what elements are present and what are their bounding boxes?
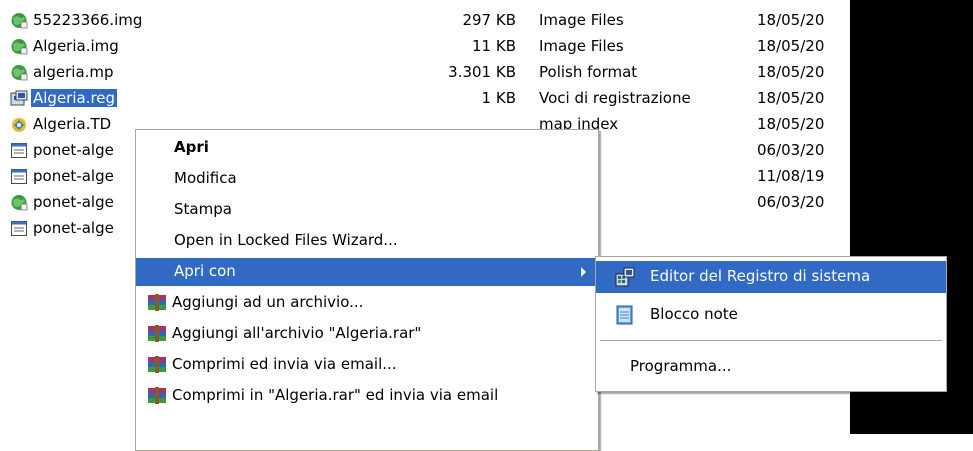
file-name: ponet-alge: [33, 219, 114, 237]
file-name: 55223366.img: [33, 11, 143, 29]
file-name: ponet-alge: [33, 193, 114, 211]
menu-item-open-with[interactable]: Apri con: [136, 258, 598, 286]
globe-icon: [11, 39, 28, 55]
menu-item-label: Modifica: [174, 169, 237, 187]
file-name: Algeria.TD: [33, 115, 112, 133]
menu-item-label: Comprimi ed invia via email...: [172, 355, 397, 373]
file-type: Image Files: [539, 11, 624, 29]
submenu-item-registry-editor[interactable]: Editor del Registro di sistema: [596, 261, 946, 293]
menu-item-edit[interactable]: Modifica: [136, 165, 598, 193]
registry-file-icon: [10, 90, 28, 106]
menu-item-label: Aggiungi all'archivio "Algeria.rar": [172, 324, 422, 342]
winrar-icon: [148, 387, 166, 404]
menu-item-print[interactable]: Stampa: [136, 196, 598, 224]
file-date: 11/08/19: [757, 167, 825, 185]
menu-item-label: Aggiungi ad un archivio...: [172, 293, 364, 311]
file-type: Image Files: [539, 37, 624, 55]
menu-item-label: Stampa: [174, 200, 232, 218]
menu-item-add-to-named-archive[interactable]: Aggiungi all'archivio "Algeria.rar": [136, 320, 598, 348]
open-with-submenu: Editor del Registro di sistema Blocco no…: [595, 256, 947, 392]
menu-item-label: Apri: [174, 138, 209, 156]
text-file-icon: [11, 169, 27, 184]
globe-icon: [11, 195, 28, 211]
context-menu: Apri Modifica Stampa Open in Locked File…: [135, 129, 599, 451]
file-name: Algeria.reg: [31, 89, 118, 107]
submenu-item-label: Editor del Registro di sistema: [650, 267, 871, 285]
submenu-arrow-icon: [581, 267, 586, 277]
submenu-item-label: Blocco note: [650, 305, 738, 323]
globe-icon: [11, 65, 28, 81]
submenu-item-label: Programma...: [630, 357, 732, 375]
menu-item-label: Apri con: [174, 262, 236, 280]
map-index-icon: [12, 118, 26, 132]
submenu-item-choose-program[interactable]: Programma...: [596, 351, 946, 383]
file-date: 18/05/20: [757, 37, 825, 55]
file-name: ponet-alge: [33, 167, 114, 185]
registry-editor-icon: [615, 267, 635, 287]
file-name: ponet-alge: [33, 141, 114, 159]
file-date: 06/03/20: [757, 141, 825, 159]
file-type: Polish format: [539, 63, 638, 81]
file-size: 3.301 KB: [448, 63, 516, 81]
file-size: 11 KB: [472, 37, 516, 55]
submenu-item-notepad[interactable]: Blocco note: [596, 299, 946, 331]
file-row-selected[interactable]: Algeria.reg 1 KB Voci di registrazione 1…: [0, 85, 850, 111]
notepad-icon: [616, 305, 633, 325]
menu-item-compress-to-named-and-email[interactable]: Comprimi in "Algeria.rar" ed invia via e…: [136, 382, 598, 410]
text-file-icon: [11, 221, 27, 236]
file-type: Voci di registrazione: [539, 89, 691, 107]
menu-item-label: Open in Locked Files Wizard...: [174, 231, 398, 249]
file-row[interactable]: algeria.mp 3.301 KB Polish format 18/05/…: [0, 59, 850, 85]
file-date: 18/05/20: [757, 63, 825, 81]
menu-separator: [600, 340, 942, 341]
file-row[interactable]: 55223366.img 297 KB Image Files 18/05/20: [0, 7, 850, 33]
winrar-icon: [148, 294, 166, 311]
file-size: 297 KB: [462, 11, 516, 29]
winrar-icon: [148, 356, 166, 373]
file-row[interactable]: Algeria.img 11 KB Image Files 18/05/20: [0, 33, 850, 59]
file-date: 06/03/20: [757, 193, 825, 211]
menu-item-compress-and-email[interactable]: Comprimi ed invia via email...: [136, 351, 598, 379]
globe-icon: [11, 13, 28, 29]
menu-item-label: Comprimi in "Algeria.rar" ed invia via e…: [172, 386, 499, 404]
winrar-icon: [148, 325, 166, 342]
file-date: 18/05/20: [757, 11, 825, 29]
text-file-icon: [11, 143, 27, 158]
menu-item-add-to-archive[interactable]: Aggiungi ad un archivio...: [136, 289, 598, 317]
menu-item-open[interactable]: Apri: [136, 134, 598, 162]
file-date: 18/05/20: [757, 115, 825, 133]
file-name: algeria.mp: [33, 63, 114, 81]
file-date: 18/05/20: [757, 89, 825, 107]
file-name: Algeria.img: [33, 37, 119, 55]
file-size: 1 KB: [481, 89, 516, 107]
menu-item-locked-files-wizard[interactable]: Open in Locked Files Wizard...: [136, 227, 598, 255]
